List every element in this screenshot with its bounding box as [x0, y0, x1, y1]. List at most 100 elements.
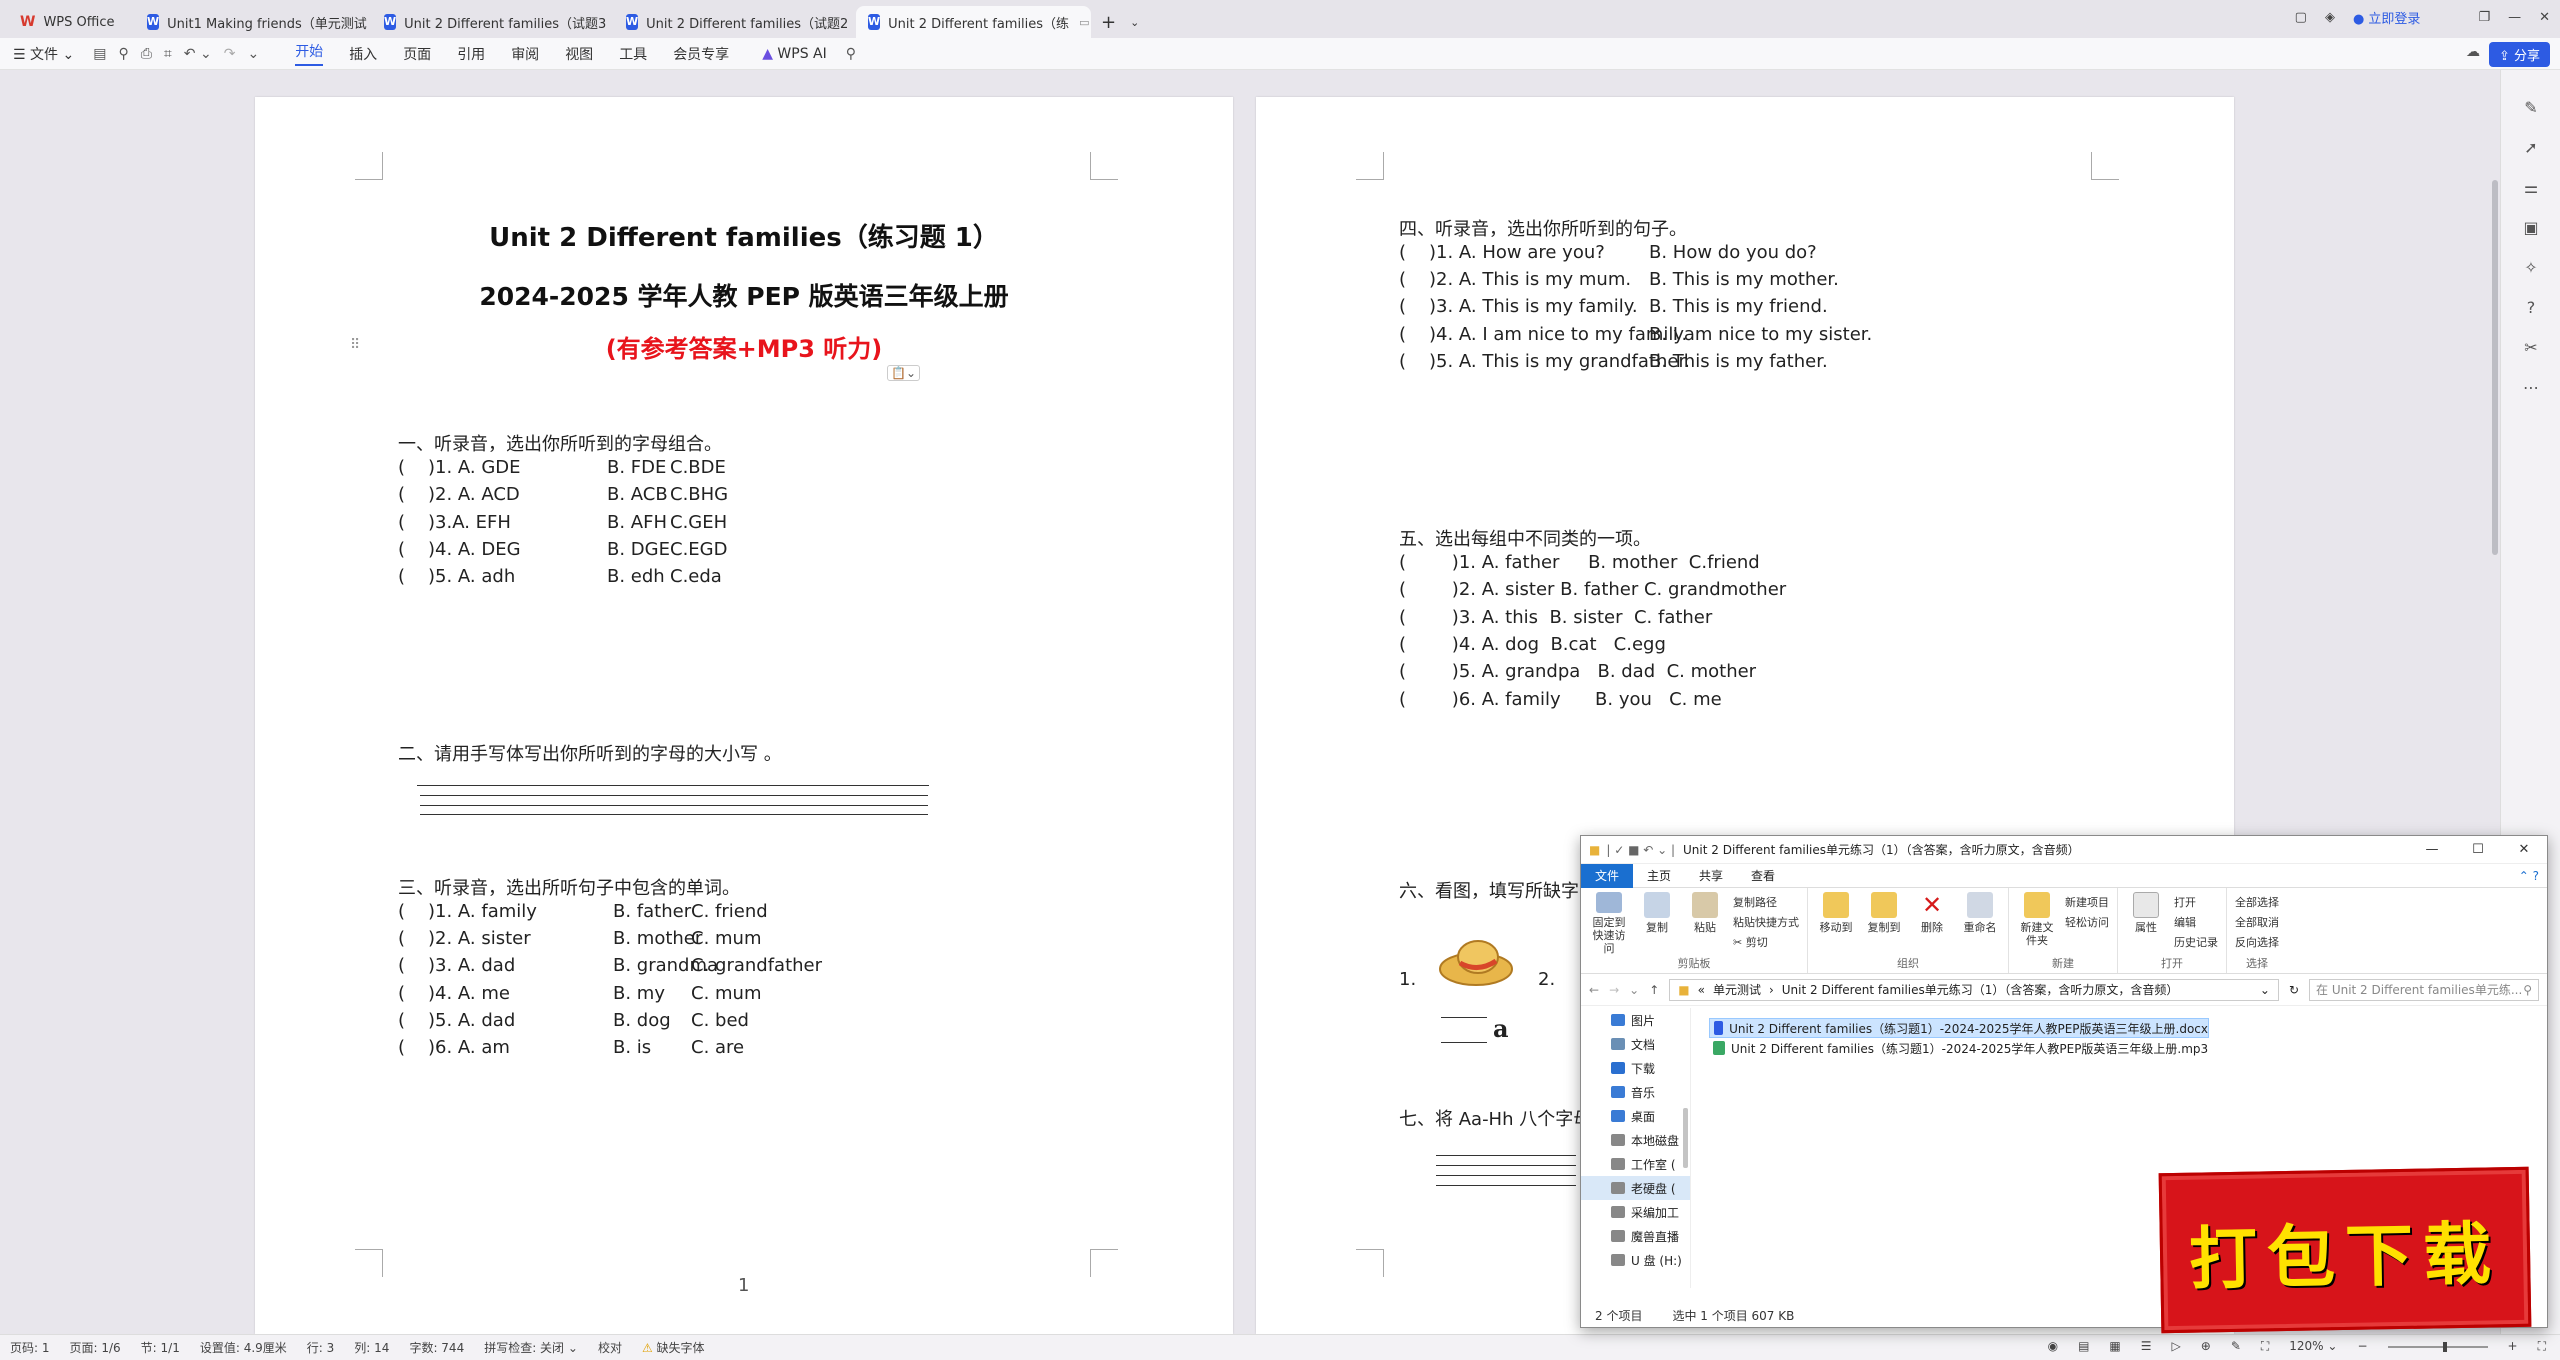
adjust-icon[interactable]: ⚌: [2521, 178, 2541, 198]
pen-icon[interactable]: ✎: [2521, 98, 2541, 118]
status-words[interactable]: 字数: 744: [409, 1339, 464, 1356]
menu-page[interactable]: 页面: [403, 44, 431, 64]
up-icon[interactable]: ↑: [1649, 983, 1659, 997]
nav-item[interactable]: U 盘 (H:): [1581, 1248, 1690, 1272]
nav-item[interactable]: 本地磁盘: [1581, 1128, 1690, 1152]
cube-icon[interactable]: ◈: [2325, 10, 2335, 25]
tab-doc-3[interactable]: W Unit 2 Different families（试题2: [614, 6, 854, 38]
vertical-scrollbar[interactable]: [2492, 180, 2498, 555]
select-all-button[interactable]: 全部选择: [2235, 894, 2279, 910]
pin-button[interactable]: 固定到快速访问: [1589, 892, 1629, 955]
minimize-icon[interactable]: —: [2409, 836, 2455, 864]
new-tab-button[interactable]: +: [1093, 6, 1124, 38]
history-button[interactable]: 历史记录: [2174, 934, 2218, 950]
status-spell[interactable]: 拼写检查: 关闭 ⌄: [484, 1339, 578, 1356]
edit-button[interactable]: 编辑: [2174, 914, 2218, 930]
file-menu[interactable]: ☰ 文件 ⌄: [13, 44, 74, 64]
copy-to-button[interactable]: 复制到: [1864, 892, 1904, 955]
tab-doc-4-active[interactable]: W Unit 2 Different families（练 ▭: [856, 6, 1091, 38]
wps-ai-button[interactable]: ▲ WPS AI: [762, 46, 827, 62]
nav-item[interactable]: 魔兽直播: [1581, 1224, 1690, 1248]
help-icon[interactable]: ?: [2521, 298, 2541, 318]
status-pages[interactable]: 页面: 1/6: [70, 1339, 121, 1356]
tab-doc-1[interactable]: WUnit1 Making friends（单元测试×: [135, 6, 370, 38]
tab-doc-2[interactable]: WUnit 2 Different families（试题3×: [372, 6, 612, 38]
menu-member[interactable]: 会员专享: [673, 44, 729, 64]
back-icon[interactable]: ←: [1589, 983, 1599, 997]
save-icon[interactable]: ▤: [93, 46, 106, 62]
document-page-1[interactable]: Unit 2 Different families（练习题 1） 2024-20…: [255, 97, 1233, 1334]
paste-shortcut-button[interactable]: 粘贴快捷方式: [1733, 914, 1799, 930]
help-icon[interactable]: ⌃ ?: [2519, 869, 2539, 883]
nav-scrollbar[interactable]: [1683, 1108, 1688, 1168]
file-item[interactable]: Unit 2 Different families（练习题1）-2024-202…: [1709, 1018, 2209, 1038]
status-missing-font[interactable]: ⚠ 缺失字体: [642, 1339, 705, 1356]
edit-icon[interactable]: ✎: [2231, 1339, 2241, 1354]
clip-icon[interactable]: ✂: [2521, 338, 2541, 358]
fullscreen-icon[interactable]: ⛶: [2538, 1339, 2546, 1354]
outline-icon[interactable]: ☰: [2141, 1339, 2152, 1354]
explorer-title-bar[interactable]: ■ | ✓ ■ ↶ ⌄ | Unit 2 Different families单…: [1581, 836, 2547, 864]
nav-item[interactable]: 图片: [1581, 1008, 1690, 1032]
refresh-icon[interactable]: ↻: [2289, 983, 2299, 997]
globe-icon[interactable]: ⊕: [2201, 1339, 2211, 1354]
address-dropdown-icon[interactable]: ⌄: [2260, 983, 2270, 997]
close-icon[interactable]: ✕: [2501, 836, 2547, 864]
forward-icon[interactable]: →: [1609, 983, 1619, 997]
web-view-icon[interactable]: ▦: [2109, 1339, 2120, 1354]
zoom-level[interactable]: 120% ⌄: [2289, 1339, 2337, 1354]
download-stamp[interactable]: 打包下载: [2158, 1166, 2532, 1334]
fit-icon[interactable]: ⛶: [2261, 1339, 2269, 1354]
ribbon-tab-view[interactable]: 查看: [1737, 864, 1789, 888]
window-icon[interactable]: ▢: [2295, 10, 2307, 25]
close-window-icon[interactable]: ✕: [2539, 10, 2550, 25]
print-preview-icon[interactable]: ⌗: [164, 46, 172, 62]
page-view-icon[interactable]: ▤: [2078, 1339, 2089, 1354]
menu-view[interactable]: 视图: [565, 44, 593, 64]
easy-access-button[interactable]: 轻松访问: [2065, 914, 2109, 930]
search-input[interactable]: 在 Unit 2 Different families单元练... ⚲: [2309, 978, 2539, 1001]
minimize-icon[interactable]: —: [2508, 10, 2521, 25]
find-icon[interactable]: ⚲: [118, 46, 128, 62]
zoom-slider-thumb[interactable]: [2442, 1342, 2447, 1352]
copy-path-button[interactable]: 复制路径: [1733, 894, 1799, 910]
share-button[interactable]: ⇪ 分享: [2488, 42, 2550, 67]
quick-access-icons[interactable]: | ✓ ■ ↶ ⌄ |: [1606, 843, 1675, 857]
play-icon[interactable]: ▷: [2172, 1339, 2181, 1354]
nav-item[interactable]: 采编加工: [1581, 1200, 1690, 1224]
more-chevron-icon[interactable]: ⌄: [247, 46, 259, 62]
search-icon[interactable]: ⚲: [846, 46, 856, 62]
tab-list-chevron-icon[interactable]: ⌄: [1126, 6, 1143, 38]
paste-options-icon[interactable]: 📋⌄: [887, 365, 920, 381]
more-icon[interactable]: ⋯: [2521, 378, 2541, 398]
new-item-button[interactable]: 新建项目: [2065, 894, 2109, 910]
login-link[interactable]: ● 立即登录: [2353, 8, 2421, 27]
select-none-button[interactable]: 全部取消: [2235, 914, 2279, 930]
ribbon-tab-file[interactable]: 文件: [1581, 863, 1634, 888]
new-folder-button[interactable]: 新建文件夹: [2017, 892, 2057, 955]
zoom-slider[interactable]: [2387, 1342, 2488, 1352]
ribbon-tab-share[interactable]: 共享: [1685, 864, 1737, 888]
open-button[interactable]: 打开: [2174, 894, 2218, 910]
restore-icon[interactable]: ❐: [2478, 10, 2490, 25]
drag-handle-icon[interactable]: ⠿: [350, 337, 360, 353]
print-icon[interactable]: ⎙: [141, 46, 152, 62]
nav-item[interactable]: 老硬盘 (: [1581, 1176, 1690, 1200]
undo-icon[interactable]: ↶ ⌄: [184, 46, 212, 62]
menu-review[interactable]: 审阅: [511, 44, 539, 64]
redo-icon[interactable]: ↷: [224, 46, 236, 62]
nav-item[interactable]: 工作室 (: [1581, 1152, 1690, 1176]
delete-button[interactable]: ✕ 删除: [1912, 892, 1952, 955]
menu-insert[interactable]: 插入: [349, 44, 377, 64]
address-bar[interactable]: ■ « 单元测试 › Unit 2 Different families单元练习…: [1669, 978, 2279, 1001]
nav-item[interactable]: 下载: [1581, 1056, 1690, 1080]
cloud-icon[interactable]: ☁: [2466, 44, 2480, 60]
zoom-out-icon[interactable]: −: [2357, 1339, 2367, 1354]
status-proof[interactable]: 校对: [598, 1339, 622, 1356]
image-edit-icon[interactable]: ▣: [2521, 218, 2541, 238]
maximize-icon[interactable]: ☐: [2455, 836, 2501, 864]
magic-tool-icon[interactable]: ✧: [2521, 258, 2541, 278]
rename-button[interactable]: 重命名: [1960, 892, 2000, 955]
nav-item[interactable]: 桌面: [1581, 1104, 1690, 1128]
menu-reference[interactable]: 引用: [457, 44, 485, 64]
